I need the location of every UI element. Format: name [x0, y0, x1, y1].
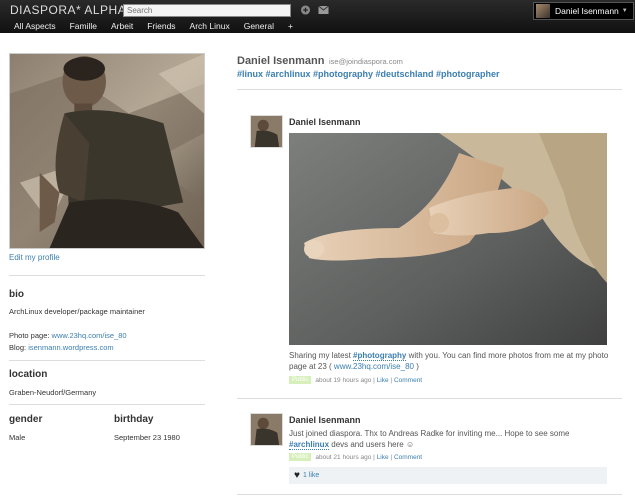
tab-all-aspects[interactable]: All Aspects	[0, 20, 63, 33]
tab-general[interactable]: General	[237, 20, 281, 33]
post-avatar[interactable]	[250, 115, 283, 148]
user-avatar	[536, 4, 550, 18]
post-author[interactable]: Daniel Isenmann	[289, 415, 361, 425]
profile-tags[interactable]: #linux #archlinux #photography #deutschl…	[237, 69, 500, 79]
tab-arch-linux[interactable]: Arch Linux	[183, 20, 237, 33]
visibility-badge: Public	[289, 376, 312, 384]
aspect-nav: All Aspects Famille Arbeit Friends Arch …	[0, 20, 300, 33]
photo-page-label: Photo page:	[9, 331, 50, 340]
post-meta: Public about 21 hours ago | Like | Comme…	[289, 453, 422, 461]
blog-line: Blog: isenmann.wordpress.com	[9, 343, 114, 352]
tab-friends[interactable]: Friends	[140, 20, 182, 33]
post-author[interactable]: Daniel Isenmann	[289, 117, 361, 127]
location-text: Graben-Neudorf/Germany	[9, 388, 97, 397]
post-text-part: )	[413, 362, 419, 371]
user-menu[interactable]: Daniel Isenmann ▼	[533, 2, 634, 20]
post-text-part: devs and users here ☺	[329, 440, 415, 449]
tab-famille[interactable]: Famille	[63, 20, 104, 33]
post-photo[interactable]	[289, 133, 607, 345]
like-button[interactable]: Like	[377, 377, 389, 384]
bio-text: ArchLinux developer/package maintainer	[9, 307, 145, 316]
post-text: Just joined diaspora. Thx to Andreas Rad…	[289, 428, 609, 450]
profile-handle: ise@joindiaspora.com	[329, 57, 403, 66]
post-meta: Public about 19 hours ago | Like | Comme…	[289, 376, 422, 384]
divider	[9, 360, 205, 361]
profile-photo	[9, 53, 205, 249]
likes-bar: ♥ 1 like	[289, 467, 607, 484]
notification-icon[interactable]	[300, 5, 311, 15]
tab-arbeit[interactable]: Arbeit	[104, 20, 140, 33]
hashtag-link[interactable]: #archlinux	[289, 440, 330, 450]
mail-icon[interactable]	[318, 5, 329, 15]
blog-link[interactable]: isenmann.wordpress.com	[28, 343, 113, 352]
location-title: location	[9, 369, 48, 380]
post-text-part: Just joined diaspora. Thx to Andreas Rad…	[289, 429, 570, 438]
bio-title: bio	[9, 289, 24, 300]
search-input[interactable]	[123, 4, 291, 17]
birthday-title: birthday	[114, 414, 154, 425]
divider	[237, 89, 622, 90]
divider	[237, 398, 622, 399]
post-avatar[interactable]	[250, 413, 283, 446]
gender-title: gender	[9, 414, 43, 425]
likes-count[interactable]: 1 like	[303, 472, 319, 479]
brand-logo[interactable]: DIASPORA* ALPHA	[10, 3, 126, 17]
blog-label: Blog:	[9, 343, 27, 352]
divider	[9, 275, 205, 276]
heart-icon: ♥	[294, 470, 300, 481]
post-text: Sharing my latest #photography with you.…	[289, 350, 611, 372]
top-header: DIASPORA* ALPHA Daniel Isenmann ▼ All As…	[0, 0, 635, 33]
chevron-down-icon: ▼	[621, 8, 628, 14]
post-time[interactable]: about 21 hours ago	[315, 454, 371, 461]
post-text-part: Sharing my latest	[289, 351, 354, 360]
profile-name: Daniel Isenmann	[237, 55, 325, 67]
post-link[interactable]: www.23hq.com/ise_80	[334, 362, 414, 371]
divider	[237, 494, 622, 495]
birthday-text: September 23 1980	[114, 433, 180, 442]
comment-button[interactable]: Comment	[394, 454, 422, 461]
divider	[9, 404, 205, 405]
post-time[interactable]: about 19 hours ago	[315, 377, 371, 384]
tab-add-aspect[interactable]: +	[281, 20, 300, 33]
gender-text: Male	[9, 433, 26, 442]
hashtag-link[interactable]: #photography	[353, 351, 407, 361]
like-button[interactable]: Like	[377, 454, 389, 461]
user-name: Daniel Isenmann	[555, 6, 619, 16]
photo-page-link[interactable]: www.23hq.com/ise_80	[52, 331, 127, 340]
comment-button[interactable]: Comment	[394, 377, 422, 384]
visibility-badge: Public	[289, 453, 312, 461]
photo-page-line: Photo page: www.23hq.com/ise_80	[9, 331, 127, 340]
edit-profile-link[interactable]: Edit my profile	[9, 253, 60, 262]
